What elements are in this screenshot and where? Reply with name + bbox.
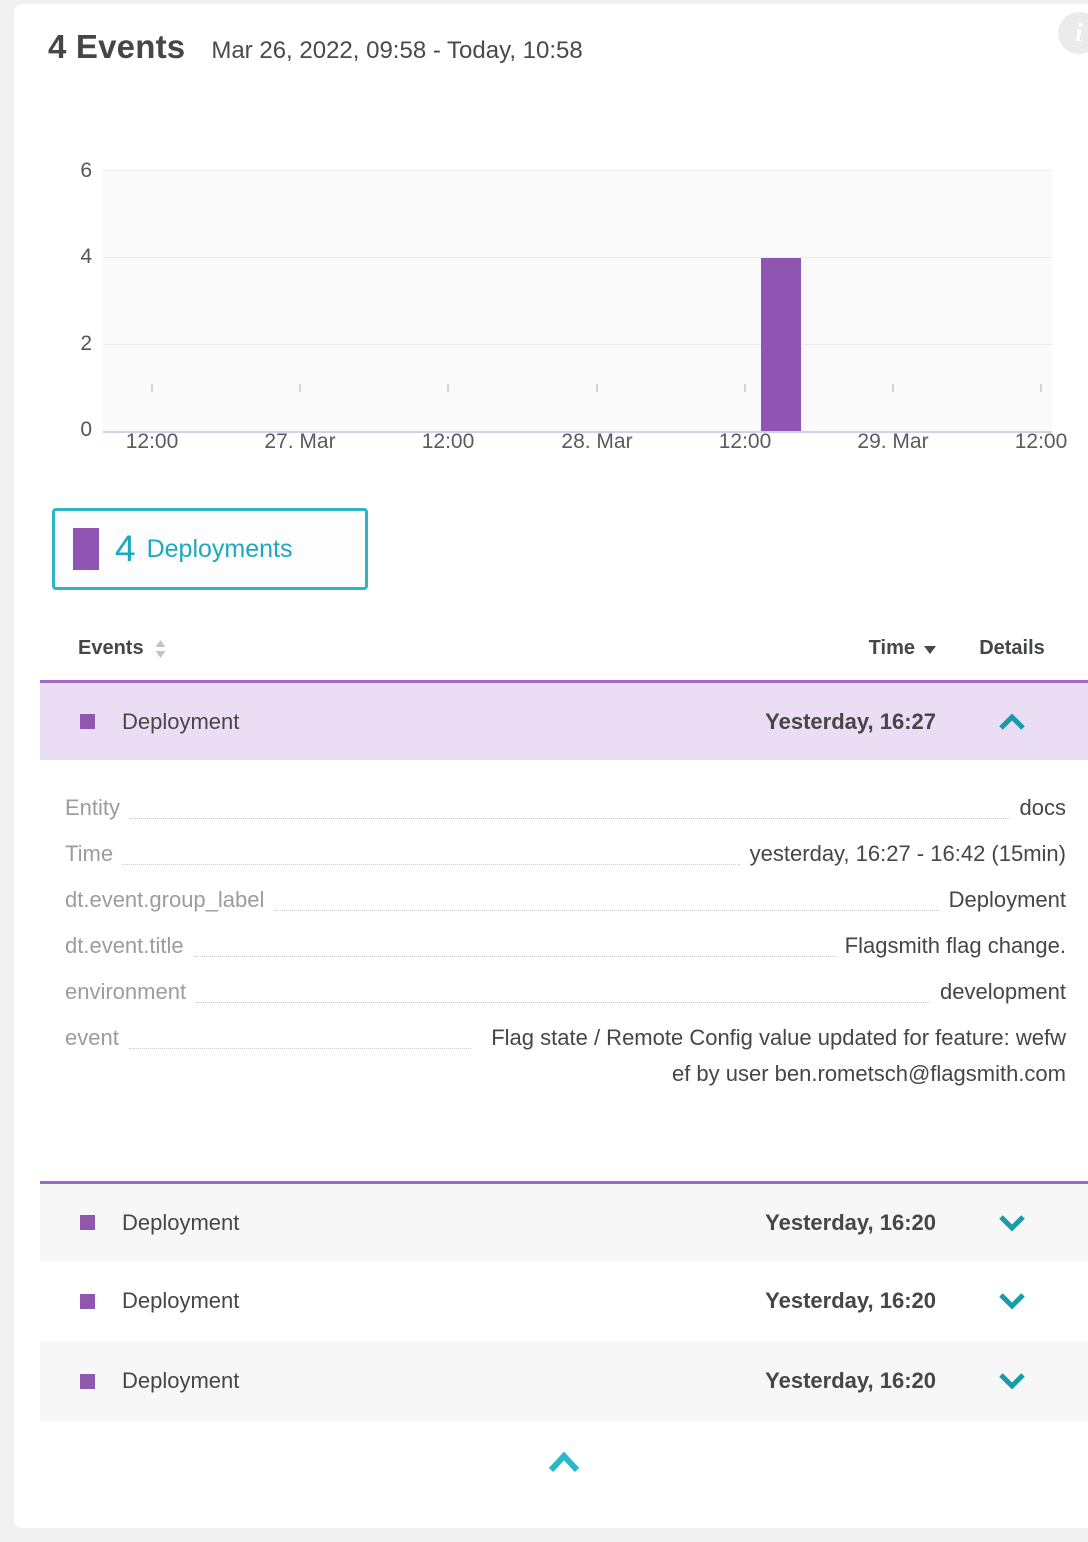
caret-down-icon [924,646,936,654]
x-axis-tickmark [892,384,894,392]
x-axis-tickmark [596,384,598,392]
x-axis-tick: 12:00 [126,430,179,454]
chevron-up-icon[interactable] [996,712,1028,732]
column-header-details: Details [936,637,1088,660]
chevron-down-icon[interactable] [996,1213,1028,1233]
chart-plot-area [103,170,1052,431]
table-footer [40,1421,1088,1528]
legend-count: 4 [115,528,136,570]
chevron-up-icon [545,1451,583,1475]
y-axis-tick: 0 [54,419,92,440]
dotted-leader [129,1020,471,1049]
dotted-leader [196,974,930,1003]
info-icon[interactable]: i [1058,12,1088,54]
x-axis-tickmark [744,384,746,392]
chevron-down-icon[interactable] [996,1291,1028,1311]
detail-value: Deployment [949,882,1066,918]
y-axis-tick: 2 [54,333,92,354]
detail-row: event Flag state / Remote Config value u… [65,1020,1066,1092]
legend-swatch [73,528,99,570]
table-row[interactable]: Deployment Yesterday, 16:20 [40,1181,1088,1261]
table-header: Events Time Details [40,616,1088,680]
detail-value: development [940,974,1066,1010]
detail-label: Time [65,836,113,872]
chevron-down-icon[interactable] [996,1371,1028,1391]
events-header-label: Events [78,637,144,660]
x-axis-tick: 27. Mar [264,430,335,454]
time-header-label: Time [869,637,915,660]
detail-value: docs [1020,790,1066,826]
detail-label: environment [65,974,186,1010]
panel-header: 4 Events Mar 26, 2022, 09:58 - Today, 10… [48,28,583,66]
event-bullet-icon [80,1294,95,1309]
event-time: Yesterday, 16:20 [706,1288,936,1314]
x-axis-tickmark [447,384,449,392]
event-type-label: Deployment [122,1368,239,1394]
event-type-label: Deployment [122,1210,239,1236]
events-panel: 4 Events Mar 26, 2022, 09:58 - Today, 10… [14,4,1088,1528]
event-time: Yesterday, 16:27 [706,709,936,735]
detail-value: Flagsmith flag change. [845,928,1066,964]
legend-deployments[interactable]: 4 Deployments [52,508,368,590]
collapse-list-button[interactable] [535,1447,593,1482]
x-axis-tick: 12:00 [1015,430,1068,454]
x-axis-tick: 28. Mar [561,430,632,454]
events-chart: 6 4 2 0 12:00 27. Mar 12:00 28. Mar 12:0… [14,124,1088,474]
sort-icon [154,640,167,658]
gridline [103,344,1052,345]
event-bullet-icon [80,1215,95,1230]
timeframe-label: Mar 26, 2022, 09:58 - Today, 10:58 [211,37,582,65]
detail-row: dt.event.title Flagsmith flag change. [65,928,1066,964]
x-axis-tickmark [151,384,153,392]
dotted-leader [130,790,1009,819]
table-row[interactable]: Deployment Yesterday, 16:27 [40,680,1088,760]
chart-bar[interactable] [761,258,801,431]
y-axis-tick: 6 [54,160,92,181]
events-table: Events Time Details Deployment Yesterday… [40,616,1088,1528]
detail-label: Entity [65,790,120,826]
detail-value: Flag state / Remote Config value updated… [481,1020,1066,1092]
event-bullet-icon [80,714,95,729]
event-type-label: Deployment [122,1288,239,1314]
event-time: Yesterday, 16:20 [706,1210,936,1236]
x-axis-tick: 12:00 [719,430,772,454]
event-details-panel: Entity docs Time yesterday, 16:27 - 16:4… [40,760,1088,1181]
dotted-leader [194,928,835,957]
dotted-leader [123,836,740,865]
detail-label: dt.event.title [65,928,184,964]
detail-label: dt.event.group_label [65,882,264,918]
event-bullet-icon [80,1374,95,1389]
event-time: Yesterday, 16:20 [706,1368,936,1394]
page-title: 4 Events [48,28,185,66]
detail-label: event [65,1020,119,1056]
detail-row: Entity docs [65,790,1066,826]
table-row[interactable]: Deployment Yesterday, 16:20 [40,1261,1088,1341]
detail-value: yesterday, 16:27 - 16:42 (15min) [750,836,1066,872]
column-header-time[interactable]: Time [706,637,936,660]
details-header-label: Details [979,637,1045,660]
x-axis-tick: 29. Mar [857,430,928,454]
x-axis-tickmark [299,384,301,392]
column-header-events[interactable]: Events [78,637,167,660]
detail-row: dt.event.group_label Deployment [65,882,1066,918]
table-row[interactable]: Deployment Yesterday, 16:20 [40,1341,1088,1421]
detail-row: Time yesterday, 16:27 - 16:42 (15min) [65,836,1066,872]
x-axis-tick: 12:00 [422,430,475,454]
y-axis-tick: 4 [54,246,92,267]
gridline [103,257,1052,258]
detail-row: environment development [65,974,1066,1010]
x-axis-tickmark [1040,384,1042,392]
event-type-label: Deployment [122,709,239,735]
legend-label: Deployments [147,535,293,564]
dotted-leader [274,882,938,911]
